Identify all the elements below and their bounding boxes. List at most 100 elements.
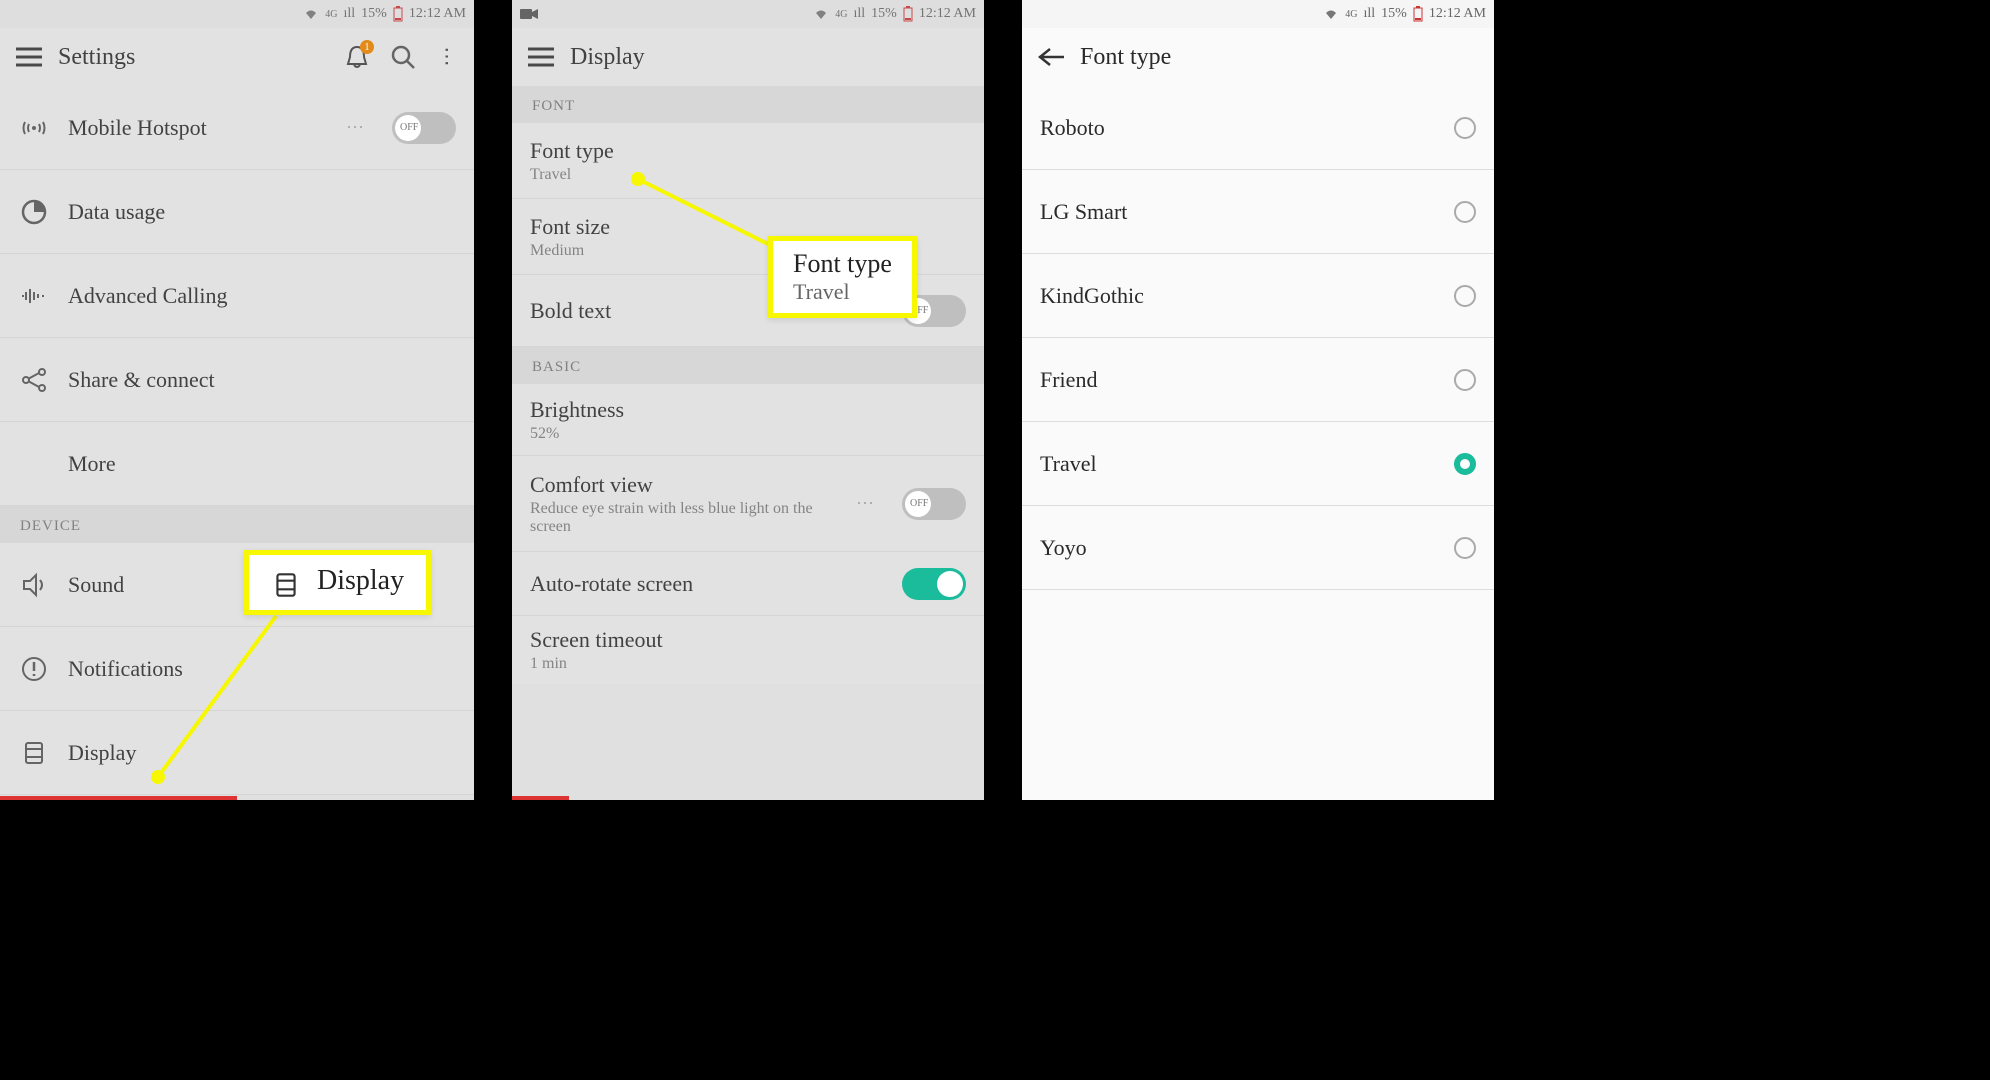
battery-icon <box>1413 6 1423 22</box>
display-callout-icon <box>271 570 301 600</box>
hamburger-icon[interactable] <box>528 44 554 70</box>
mobile-hotspot-row[interactable]: Mobile Hotspot ⋯ <box>0 86 474 170</box>
page-title: Display <box>570 44 968 71</box>
search-icon[interactable] <box>390 44 416 70</box>
sound-icon <box>18 569 50 601</box>
advanced-calling-row[interactable]: Advanced Calling <box>0 254 474 338</box>
option-label: Roboto <box>1040 115 1436 141</box>
row-sub: Reduce eye strain with less blue light o… <box>530 500 838 536</box>
auto-rotate-toggle[interactable] <box>902 568 966 600</box>
battery-icon <box>903 6 913 22</box>
font-option-roboto[interactable]: Roboto <box>1022 86 1494 170</box>
option-label: KindGothic <box>1040 283 1436 309</box>
option-label: Travel <box>1040 451 1436 477</box>
callout-label: Display <box>317 565 404 596</box>
share-connect-row[interactable]: Share & connect <box>0 338 474 422</box>
camera-icon <box>520 8 538 20</box>
page-title: Settings <box>58 44 328 71</box>
comfort-view-row[interactable]: Comfort view Reduce eye strain with less… <box>512 456 984 552</box>
row-label: Display <box>68 740 456 766</box>
row-label: Auto-rotate screen <box>530 571 884 597</box>
font-type-screen: 4G ıll 15% 12:12 AM Font type Roboto LG … <box>1020 0 1506 800</box>
callout-sub: Travel <box>793 279 892 305</box>
network-label: 4G <box>1345 9 1357 20</box>
display-callout: Display <box>244 550 431 615</box>
callout-title: Font type <box>793 249 892 279</box>
auto-rotate-row[interactable]: Auto-rotate screen <box>512 552 984 616</box>
font-option-friend[interactable]: Friend <box>1022 338 1494 422</box>
option-label: LG Smart <box>1040 199 1436 225</box>
row-label: Data usage <box>68 199 456 225</box>
hotspot-toggle[interactable] <box>392 112 456 144</box>
radio-button[interactable] <box>1454 537 1476 559</box>
font-option-yoyo[interactable]: Yoyo <box>1022 506 1494 590</box>
font-section-header: FONT <box>512 86 984 123</box>
network-label: 4G <box>325 9 337 20</box>
notification-badge: 1 <box>360 40 374 54</box>
radio-button[interactable] <box>1454 201 1476 223</box>
ellipsis-icon: ⋯ <box>856 493 876 514</box>
battery-pct: 15% <box>361 6 387 22</box>
display-header: Display <box>512 28 984 86</box>
row-label: Font type <box>530 138 966 164</box>
advanced-calling-icon <box>18 280 50 312</box>
wifi-icon <box>1323 7 1339 21</box>
brightness-row[interactable]: Brightness 52% <box>512 384 984 456</box>
hamburger-icon[interactable] <box>16 44 42 70</box>
signal-label: ıll <box>343 6 355 22</box>
overflow-menu-icon[interactable]: ⋯ <box>435 46 460 68</box>
notifications-icon[interactable]: 1 <box>344 44 370 70</box>
row-sub: Travel <box>530 166 966 184</box>
row-label: Comfort view <box>530 472 838 498</box>
radio-button[interactable] <box>1454 369 1476 391</box>
option-label: Friend <box>1040 367 1436 393</box>
font-option-lgsmart[interactable]: LG Smart <box>1022 170 1494 254</box>
font-option-kindgothic[interactable]: KindGothic <box>1022 254 1494 338</box>
row-sub: 1 min <box>530 655 966 673</box>
row-label: Advanced Calling <box>68 283 456 309</box>
back-icon[interactable] <box>1038 44 1064 70</box>
option-label: Yoyo <box>1040 535 1436 561</box>
font-type-header: Font type <box>1022 28 1494 86</box>
row-label: Screen timeout <box>530 627 966 653</box>
radio-button[interactable] <box>1454 453 1476 475</box>
ellipsis-icon: ⋯ <box>346 117 366 138</box>
data-usage-icon <box>18 196 50 228</box>
share-icon <box>18 364 50 396</box>
clock: 12:12 AM <box>919 6 976 22</box>
settings-screen: 4G ıll 15% 12:12 AM Settings 1 ⋯ Mobile … <box>0 0 486 800</box>
hotspot-icon <box>18 112 50 144</box>
notifications-row[interactable]: Notifications <box>0 627 474 711</box>
display-row[interactable]: Display <box>0 711 474 795</box>
alert-icon <box>18 653 50 685</box>
font-type-row[interactable]: Font type Travel <box>512 123 984 199</box>
battery-pct: 15% <box>871 6 897 22</box>
settings-header: Settings 1 ⋯ <box>0 28 474 86</box>
clock: 12:12 AM <box>409 6 466 22</box>
data-usage-row[interactable]: Data usage <box>0 170 474 254</box>
comfort-view-toggle[interactable] <box>902 488 966 520</box>
screen-timeout-row[interactable]: Screen timeout 1 min <box>512 616 984 684</box>
display-icon <box>18 737 50 769</box>
basic-section-header: BASIC <box>512 347 984 384</box>
font-type-callout: Font type Travel <box>768 236 917 318</box>
battery-icon <box>393 6 403 22</box>
row-label: Mobile Hotspot <box>68 115 328 141</box>
display-screen: 4G ıll 15% 12:12 AM Display FONT Font ty… <box>510 0 996 800</box>
more-row[interactable]: More <box>0 422 474 506</box>
row-label: Notifications <box>68 656 456 682</box>
battery-pct: 15% <box>1381 6 1407 22</box>
wifi-icon <box>303 7 319 21</box>
signal-label: ıll <box>1363 6 1375 22</box>
signal-label: ıll <box>853 6 865 22</box>
font-option-travel[interactable]: Travel <box>1022 422 1494 506</box>
row-label: More <box>68 451 456 477</box>
status-bar: 4G ıll 15% 12:12 AM <box>1022 0 1494 28</box>
row-sub: 52% <box>530 425 966 443</box>
device-section-header: DEVICE <box>0 506 474 543</box>
radio-button[interactable] <box>1454 117 1476 139</box>
clock: 12:12 AM <box>1429 6 1486 22</box>
status-bar: 4G ıll 15% 12:12 AM <box>512 0 984 28</box>
wifi-icon <box>813 7 829 21</box>
radio-button[interactable] <box>1454 285 1476 307</box>
